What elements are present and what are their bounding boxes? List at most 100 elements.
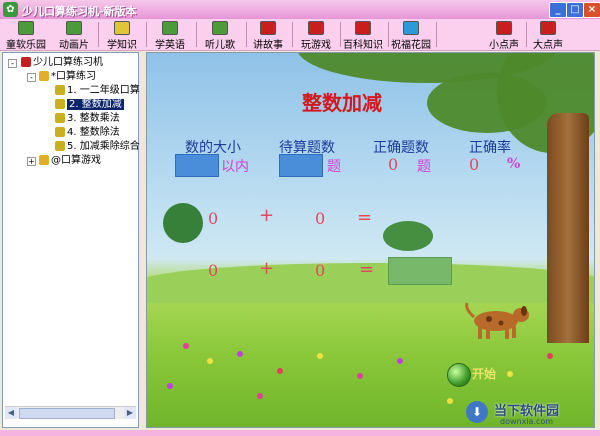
answer-input[interactable]: [388, 257, 452, 285]
operand-b-row2: 0: [315, 261, 326, 280]
toolbar-label: 听儿歌: [205, 40, 235, 51]
toolbar: 童软乐园 动画片 学知识 学英语 听儿歌 讲故事 玩游戏 百科知识 祝福花园 小…: [0, 19, 600, 51]
app-icon: ✿: [3, 2, 18, 17]
pending-count-unit: 题: [327, 159, 341, 175]
tree-item-label: 4. 整数除法: [67, 127, 120, 138]
tree-item-label: 1. 一二年级口算: [67, 85, 140, 96]
toolbar-button-blessing-garden[interactable]: 祝福花园: [390, 21, 432, 51]
toolbar-button-songs[interactable]: 听儿歌: [200, 21, 240, 51]
equals-row1: =: [357, 207, 373, 228]
exercise-icon: [55, 141, 65, 151]
volume-down-icon: [496, 21, 512, 35]
toolbar-label: 学知识: [107, 40, 137, 51]
scrollbar-thumb[interactable]: [19, 408, 115, 419]
toolbar-label: 大点声: [533, 40, 563, 51]
toolbar-label: 学英语: [155, 40, 185, 51]
tree-horizontal-scrollbar[interactable]: ◀ ▶: [5, 406, 136, 419]
tree-item-selected[interactable]: 2. 整数加减: [55, 98, 124, 111]
tree-item[interactable]: 4. 整数除法: [55, 126, 120, 139]
start-label: 开始: [472, 367, 497, 381]
toolbar-label: 玩游戏: [301, 40, 331, 51]
knowledge-icon: [114, 21, 130, 35]
toolbar-button-games[interactable]: 玩游戏: [296, 21, 336, 51]
toolbar-button-stories[interactable]: 讲故事: [248, 21, 288, 51]
tree-collapse-toggle[interactable]: -: [27, 73, 36, 82]
dog-illustration: [465, 302, 529, 339]
number-size-input[interactable]: [175, 154, 219, 177]
status-bar: [0, 430, 600, 436]
scroll-left-icon[interactable]: ◀: [5, 407, 17, 419]
toolbar-button-volume-up[interactable]: 大点声: [530, 21, 566, 51]
operator-row1: +: [259, 205, 275, 226]
song-icon: [212, 21, 228, 35]
exercise-icon: [55, 113, 65, 123]
title-bar[interactable]: ✿ 少儿口算练习机-新版本 _ □ ×: [0, 0, 600, 19]
tree-item[interactable]: 3. 整数乘法: [55, 112, 120, 125]
watermark: ⬇ 当下软件园 downxia.com: [466, 398, 596, 428]
game-canvas: 整数加减 数的大小 待算题数 正确题数 正确率 以内 题 0 题 0 % 0 +…: [146, 52, 595, 428]
bush: [383, 221, 433, 251]
start-button[interactable]: [447, 363, 471, 387]
tree-item-label: 5. 加减乘除综合: [67, 141, 140, 152]
download-icon: ⬇: [466, 401, 488, 423]
toolbar-label: 百科知识: [343, 40, 383, 51]
volume-up-icon: [540, 21, 556, 35]
window-title: 少儿口算练习机-新版本: [22, 5, 137, 18]
tree-expand-toggle[interactable]: +: [27, 157, 36, 166]
tree-trunk: [547, 113, 589, 343]
app-node-icon: [21, 57, 31, 67]
operand-a-row1: 0: [208, 209, 219, 228]
garden-icon: [403, 21, 419, 35]
tree-group-label: *口算练习: [51, 71, 96, 82]
encyclopedia-icon: [355, 21, 371, 35]
toolbar-button-encyclopedia[interactable]: 百科知识: [342, 21, 384, 51]
tree-group-label: @口算游戏: [51, 155, 101, 166]
accuracy-unit: %: [507, 156, 521, 172]
correct-count-value: 0: [388, 155, 399, 174]
toolbar-button-volume-down[interactable]: 小点声: [486, 21, 522, 51]
toolbar-button-kids-park[interactable]: 童软乐园: [4, 21, 48, 51]
english-icon: [162, 21, 178, 35]
toolbar-button-cartoon[interactable]: 动画片: [54, 21, 94, 51]
toolbar-label: 小点声: [489, 40, 519, 51]
scroll-right-icon[interactable]: ▶: [124, 407, 136, 419]
tree-group-practice[interactable]: *口算练习: [39, 70, 96, 83]
exercise-icon: [55, 127, 65, 137]
minimize-button[interactable]: _: [549, 2, 567, 18]
tree-root-label: 少儿口算练习机: [33, 57, 103, 68]
number-size-unit: 以内: [221, 159, 249, 175]
correct-count-unit: 题: [417, 159, 431, 175]
tree-collapse-toggle[interactable]: -: [8, 59, 17, 68]
tree-item-label: 3. 整数乘法: [67, 113, 120, 124]
game-title: 整数加减: [302, 91, 382, 115]
game-icon: [308, 21, 324, 35]
watermark-subtext: downxia.com: [500, 417, 554, 426]
accuracy-label: 正确率: [469, 140, 511, 156]
bush: [163, 203, 203, 243]
book-icon: [39, 155, 49, 165]
equals-row2: =: [359, 259, 375, 280]
toolbar-label: 讲故事: [253, 40, 283, 51]
toolbar-label: 童软乐园: [6, 40, 46, 51]
operand-b-row1: 0: [315, 209, 326, 228]
cartoon-icon: [66, 21, 82, 35]
correct-count-label: 正确题数: [373, 140, 429, 156]
tree-item[interactable]: 5. 加减乘除综合: [55, 140, 140, 153]
book-icon: [39, 71, 49, 81]
accuracy-value: 0: [469, 155, 480, 174]
tree-root[interactable]: 少儿口算练习机: [21, 56, 103, 69]
tree-item-label: 2. 整数加减: [67, 99, 124, 110]
toolbar-button-knowledge[interactable]: 学知识: [102, 21, 142, 51]
maximize-button[interactable]: □: [566, 2, 584, 18]
tree-item[interactable]: 1. 一二年级口算: [55, 84, 140, 97]
operand-a-row2: 0: [208, 261, 219, 280]
toolbar-button-english[interactable]: 学英语: [150, 21, 190, 51]
park-icon: [18, 21, 34, 35]
close-button[interactable]: ×: [583, 2, 600, 18]
exercise-icon: [55, 99, 65, 109]
pending-count-input[interactable]: [279, 154, 323, 177]
exercise-tree: - 少儿口算练习机 - *口算练习 1. 一二年级口算 2. 整数加减 3. 整…: [2, 52, 140, 428]
story-icon: [260, 21, 276, 35]
toolbar-label: 祝福花园: [391, 40, 431, 51]
tree-group-games[interactable]: @口算游戏: [39, 154, 101, 167]
